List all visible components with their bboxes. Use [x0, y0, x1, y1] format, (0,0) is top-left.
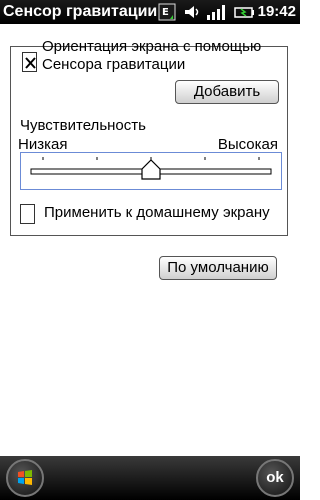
checkmark-icon	[25, 57, 36, 69]
default-button[interactable]: По умолчанию	[159, 256, 277, 280]
slider-thumb[interactable]	[141, 159, 161, 180]
orientation-checkbox[interactable]	[22, 52, 37, 72]
bottom-bar: ok	[0, 456, 300, 500]
orientation-label: Ориентация экрана с помощью	[42, 38, 262, 55]
orientation-label-line2: Сенсора гравитации	[42, 56, 186, 73]
start-button[interactable]	[6, 459, 44, 497]
volume-icon[interactable]	[183, 3, 201, 21]
home-screen-checkbox[interactable]	[20, 204, 35, 224]
windows-start-icon	[18, 470, 32, 485]
slider-graphic	[30, 157, 272, 180]
page-title: Сенсор гравитации	[3, 3, 158, 20]
home-screen-label: Применить к домашнему экрану	[44, 204, 270, 221]
title-bar: Сенсор гравитации E 19:42	[0, 0, 300, 24]
clock[interactable]: 19:42	[258, 3, 296, 20]
sensitivity-slider[interactable]	[20, 152, 282, 190]
add-button[interactable]: Добавить	[175, 80, 279, 104]
signal-icon[interactable]	[206, 3, 228, 21]
svg-text:E: E	[162, 7, 169, 18]
network-e-icon: E	[158, 3, 176, 21]
sensitivity-label: Чувствительность	[20, 117, 146, 134]
battery-icon[interactable]	[234, 3, 256, 21]
ok-button[interactable]: ok	[256, 459, 294, 497]
